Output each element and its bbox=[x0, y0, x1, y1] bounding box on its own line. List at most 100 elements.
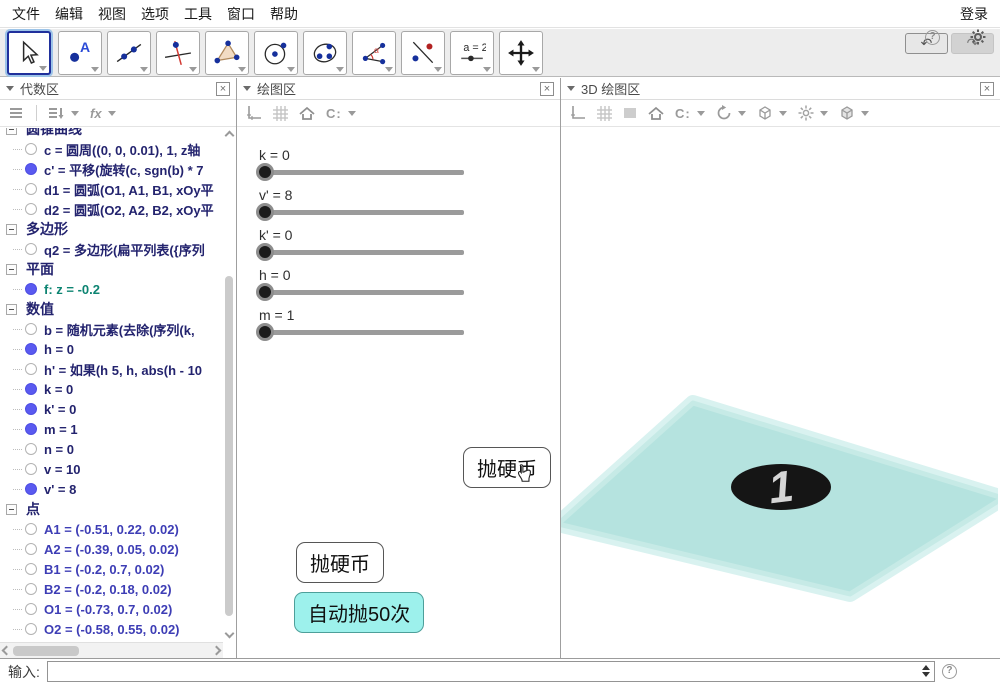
tool-angle[interactable]: α bbox=[352, 31, 396, 75]
menu-item[interactable]: 工具 bbox=[184, 4, 212, 24]
visibility-marker[interactable] bbox=[25, 203, 37, 215]
algebra-row[interactable]: 点 bbox=[0, 499, 223, 519]
menu-item[interactable]: 文件 bbox=[12, 4, 40, 24]
algebra-row[interactable]: O2 = (-0.58, 0.55, 0.02) bbox=[0, 619, 223, 639]
algebra-row[interactable]: A1 = (-0.51, 0.22, 0.02) bbox=[0, 519, 223, 539]
algebra-row[interactable]: f: z = -0.2 bbox=[0, 279, 223, 299]
tool-line[interactable] bbox=[107, 31, 151, 75]
algebra-row[interactable]: B2 = (-0.2, 0.18, 0.02) bbox=[0, 579, 223, 599]
algebra-row[interactable]: d2 = 圆弧(O2, A2, B2, xOy平 bbox=[0, 199, 223, 219]
scrollbar-thumb[interactable] bbox=[225, 276, 233, 616]
scroll-left-icon[interactable] bbox=[2, 646, 12, 656]
graphics-canvas[interactable]: k = 0 v' = 8 k' = 0 bbox=[237, 128, 560, 658]
algebra-row[interactable]: h' = 如果(h 5, h, abs(h - 10 bbox=[0, 359, 223, 379]
slider-track[interactable] bbox=[259, 210, 464, 215]
visibility-marker[interactable] bbox=[25, 483, 37, 495]
algebra-row[interactable]: k' = 0 bbox=[0, 399, 223, 419]
function-style-icon[interactable]: fx bbox=[90, 106, 102, 121]
slider-track[interactable] bbox=[259, 170, 464, 175]
auxiliary-objects-icon[interactable] bbox=[9, 106, 25, 120]
collapse-icon[interactable] bbox=[6, 128, 17, 135]
slider-knob[interactable] bbox=[256, 203, 274, 221]
slider-knob[interactable] bbox=[256, 283, 274, 301]
visibility-marker[interactable] bbox=[25, 443, 37, 455]
scroll-down-icon[interactable] bbox=[225, 629, 235, 639]
algebra-row[interactable]: b = 随机元素(去除(序列(k, bbox=[0, 319, 223, 339]
algebra-row[interactable]: m = 1 bbox=[0, 419, 223, 439]
menu-item[interactable]: 窗口 bbox=[227, 4, 255, 24]
tool-slider[interactable]: a = 2 bbox=[450, 31, 494, 75]
home-icon[interactable] bbox=[299, 106, 315, 121]
visibility-marker[interactable] bbox=[25, 583, 37, 595]
slider-track[interactable] bbox=[259, 330, 464, 335]
collapse-icon[interactable] bbox=[6, 304, 17, 315]
algebra-row[interactable]: k = 0 bbox=[0, 379, 223, 399]
visibility-marker[interactable] bbox=[25, 363, 37, 375]
visibility-marker[interactable] bbox=[25, 423, 37, 435]
lighting-icon[interactable] bbox=[798, 105, 814, 121]
tool-circle[interactable] bbox=[254, 31, 298, 75]
menu-item[interactable]: 视图 bbox=[98, 4, 126, 24]
command-input[interactable] bbox=[47, 661, 935, 682]
visibility-marker[interactable] bbox=[25, 143, 37, 155]
visibility-marker[interactable] bbox=[25, 463, 37, 475]
visibility-marker[interactable] bbox=[25, 383, 37, 395]
visibility-marker[interactable] bbox=[25, 403, 37, 415]
visibility-marker[interactable] bbox=[25, 163, 37, 175]
menu-item[interactable]: 选项 bbox=[141, 4, 169, 24]
grid-icon[interactable] bbox=[597, 106, 612, 121]
home-icon[interactable] bbox=[648, 106, 664, 121]
chevron-down-icon[interactable] bbox=[348, 111, 356, 116]
algebra-row[interactable]: v = 10 bbox=[0, 459, 223, 479]
tool-ellipse[interactable] bbox=[303, 31, 347, 75]
algebra-row[interactable]: c = 圆周((0, 0, 0.01), 1, z轴 bbox=[0, 139, 223, 159]
slider-knob[interactable] bbox=[256, 243, 274, 261]
chevron-down-icon[interactable] bbox=[861, 111, 869, 116]
visibility-marker[interactable] bbox=[25, 343, 37, 355]
algebra-row[interactable]: O1 = (-0.73, 0.7, 0.02) bbox=[0, 599, 223, 619]
tool-perpendicular-line[interactable] bbox=[156, 31, 200, 75]
scrollbar-thumb[interactable] bbox=[13, 646, 79, 656]
algebra-row[interactable]: 数值 bbox=[0, 299, 223, 319]
algebra-row[interactable]: 圆锥曲线 bbox=[0, 128, 223, 139]
help-icon[interactable]: ? bbox=[925, 30, 940, 45]
tool-polygon[interactable] bbox=[205, 31, 249, 75]
graphics-3d-canvas[interactable]: 1 bbox=[561, 128, 1000, 658]
visibility-marker[interactable] bbox=[25, 283, 37, 295]
chevron-down-icon[interactable] bbox=[738, 111, 746, 116]
chevron-down-icon[interactable] bbox=[820, 111, 828, 116]
slider-track[interactable] bbox=[259, 290, 464, 295]
sort-icon[interactable] bbox=[48, 106, 65, 120]
scroll-right-icon[interactable] bbox=[212, 646, 222, 656]
input-help-icon[interactable]: ? bbox=[942, 664, 957, 679]
rotate-view-icon[interactable] bbox=[716, 105, 732, 121]
slider-knob[interactable] bbox=[256, 163, 274, 181]
visibility-marker[interactable] bbox=[25, 563, 37, 575]
tool-reflection[interactable] bbox=[401, 31, 445, 75]
axes-icon[interactable] bbox=[570, 105, 586, 121]
menu-item[interactable]: 编辑 bbox=[55, 4, 83, 24]
plane-icon[interactable] bbox=[623, 106, 637, 120]
horizontal-scrollbar[interactable] bbox=[0, 642, 223, 658]
axes-icon[interactable] bbox=[246, 105, 262, 121]
vertical-scrollbar[interactable] bbox=[223, 128, 236, 641]
chevron-down-icon[interactable] bbox=[697, 111, 705, 116]
panel-menu-triangle-icon[interactable] bbox=[567, 86, 575, 91]
collapse-icon[interactable] bbox=[6, 504, 17, 515]
gear-icon[interactable] bbox=[970, 29, 986, 45]
visibility-marker[interactable] bbox=[25, 543, 37, 555]
slider-knob[interactable] bbox=[256, 323, 274, 341]
algebra-row[interactable]: q2 = 多边形(扁平列表({序列 bbox=[0, 239, 223, 259]
algebra-row[interactable]: h = 0 bbox=[0, 339, 223, 359]
panel-menu-triangle-icon[interactable] bbox=[243, 86, 251, 91]
algebra-row[interactable]: c' = 平移(旋转(c, sgn(b) * 7 bbox=[0, 159, 223, 179]
algebra-row[interactable]: v' = 8 bbox=[0, 479, 223, 499]
algebra-row[interactable]: d1 = 圆弧(O1, A1, B1, xOy平 bbox=[0, 179, 223, 199]
algebra-row[interactable]: 平面 bbox=[0, 259, 223, 279]
signin-link[interactable]: 登录 bbox=[960, 4, 988, 24]
toss-coin-button[interactable]: 抛硬币 bbox=[296, 542, 384, 583]
panel-menu-triangle-icon[interactable] bbox=[6, 86, 14, 91]
visibility-marker[interactable] bbox=[25, 603, 37, 615]
menu-item[interactable]: 帮助 bbox=[270, 4, 298, 24]
view-direction-cube-icon[interactable] bbox=[757, 105, 773, 121]
